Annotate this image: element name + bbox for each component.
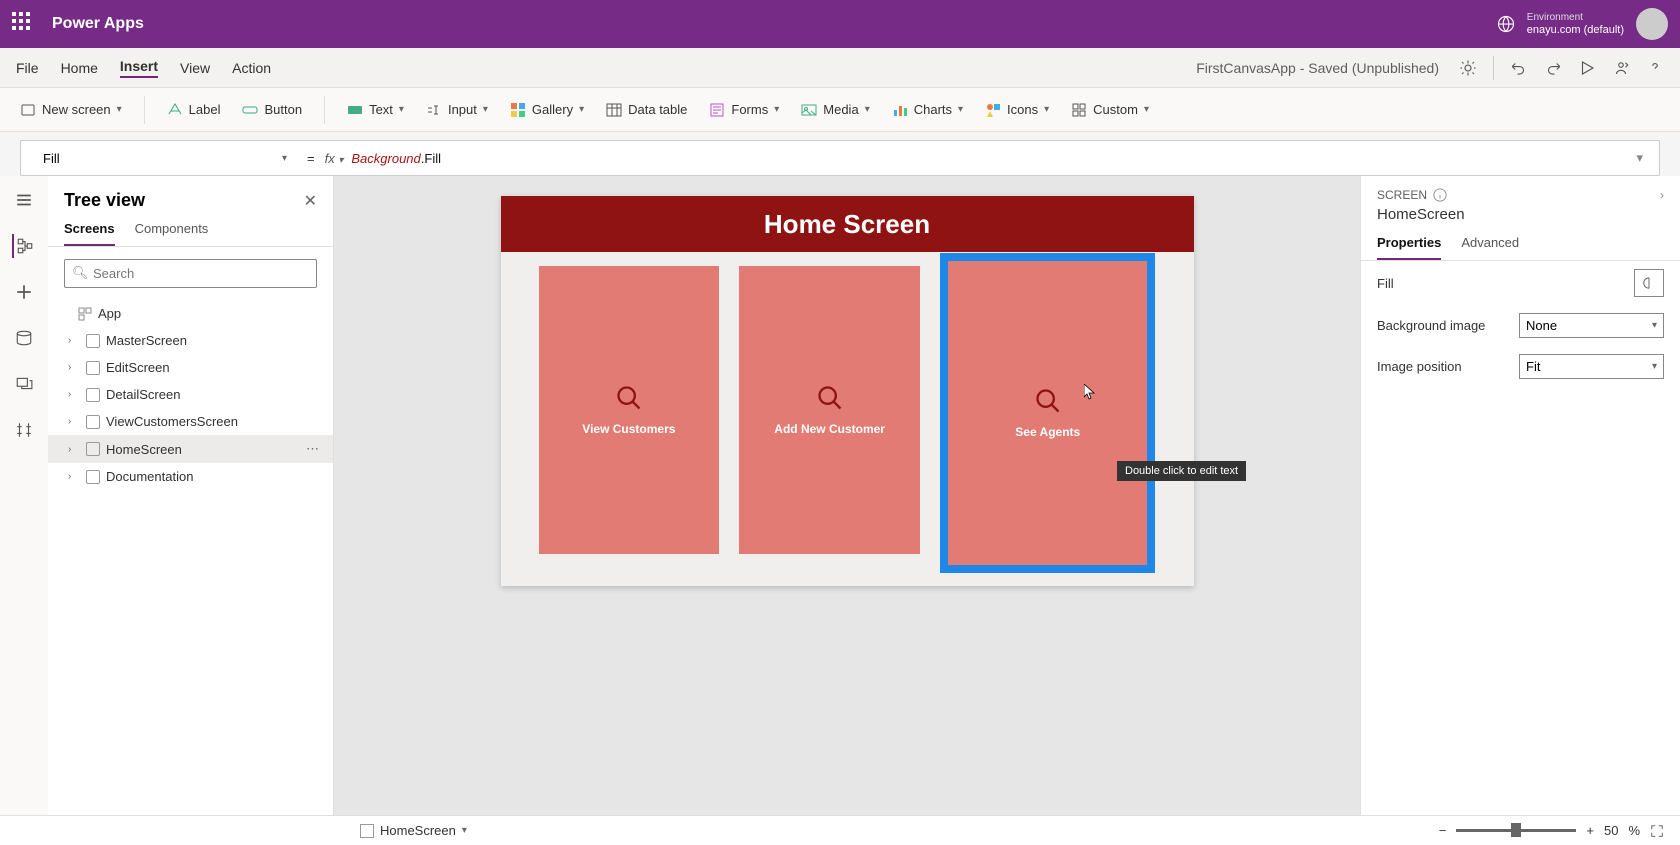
ribbon-charts[interactable]: Charts▾ [892,102,963,118]
hamburger-icon[interactable] [12,188,36,212]
tree-view-icon[interactable] [12,234,36,258]
canvas-area[interactable]: Home Screen View Customers Add New Custo… [334,176,1360,815]
ribbon-custom[interactable]: Custom▾ [1071,102,1149,118]
app-name: Power Apps [52,15,144,33]
status-screen-selector[interactable]: HomeScreen ▾ [360,823,467,838]
magnifier-icon [1034,387,1062,415]
fit-screen-icon[interactable] [1650,824,1664,838]
tree-item-detailscreen[interactable]: ›DetailScreen [48,381,333,408]
tree-item-viewcustomersscreen[interactable]: ›ViewCustomersScreen [48,408,333,435]
tab-screens[interactable]: Screens [64,221,115,246]
waffle-icon[interactable] [12,12,36,36]
prop-fill-label: Fill [1377,276,1634,291]
share-icon[interactable] [1612,59,1630,77]
ribbon-gallery[interactable]: Gallery▾ [510,102,584,118]
info-icon[interactable] [1433,188,1447,202]
chevron-right-icon[interactable]: › [1660,188,1664,202]
tools-icon[interactable] [12,418,36,442]
ribbon-input[interactable]: Input▾ [426,102,488,118]
data-icon[interactable] [12,326,36,350]
globe-icon [1497,15,1515,33]
card-see-agents-selected[interactable]: See Agents Double click to edit text [940,253,1155,573]
ribbon-data-table[interactable]: Data table [606,102,687,118]
tree-title: Tree view [64,190,145,211]
cursor-icon [1084,384,1096,400]
magnifier-icon [615,384,643,412]
left-rail [0,176,48,815]
tree-view-panel: Tree view ✕ Screens Components 🔍︎ App ›M… [48,176,334,815]
zoom-out-button[interactable]: − [1439,823,1447,838]
ribbon-icons[interactable]: Icons▾ [985,102,1049,118]
menu-home[interactable]: Home [61,60,98,76]
menu-bar: File Home Insert View Action FirstCanvas… [0,48,1680,88]
prop-imgpos-label: Image position [1377,359,1519,374]
zoom-unit: % [1628,823,1640,838]
redo-icon[interactable] [1544,59,1562,77]
environment-label[interactable]: Environment enayu.com (default) [1527,11,1624,37]
media-panel-icon[interactable] [12,372,36,396]
properties-panel: SCREEN › HomeScreen Properties Advanced … [1360,176,1680,815]
health-icon[interactable] [1459,59,1477,77]
doc-status: FirstCanvasApp - Saved (Unpublished) [1196,60,1439,76]
play-icon[interactable] [1578,59,1596,77]
tab-components[interactable]: Components [135,221,209,246]
tree-item-documentation[interactable]: ›Documentation [48,463,333,490]
search-icon: 🔍︎ [72,265,89,281]
fill-color-button[interactable] [1634,269,1664,297]
prop-bgimage-label: Background image [1377,318,1519,333]
ribbon-label[interactable]: Label [167,102,221,118]
zoom-in-button[interactable]: + [1586,823,1594,838]
menu-action[interactable]: Action [232,60,271,76]
card-add-customer[interactable]: Add New Customer [739,266,920,554]
zoom-value: 50 [1604,823,1618,838]
zoom-slider[interactable] [1456,829,1576,832]
card-view-customers[interactable]: View Customers [539,266,720,554]
user-avatar[interactable] [1636,8,1668,40]
tree-item-app[interactable]: App [48,300,333,327]
magnifier-icon [816,384,844,412]
expand-formula-icon[interactable]: ▾ [1636,150,1643,166]
app-header: Power Apps Environment enayu.com (defaul… [0,0,1680,48]
undo-icon[interactable] [1510,59,1528,77]
menu-view[interactable]: View [180,60,210,76]
ribbon-forms[interactable]: Forms▾ [709,102,779,118]
ribbon-media[interactable]: Media▾ [801,102,869,118]
menu-insert[interactable]: Insert [120,58,158,78]
home-screen-preview[interactable]: Home Screen View Customers Add New Custo… [501,196,1194,586]
section-label: SCREEN [1377,188,1427,202]
ribbon-new-screen[interactable]: New screen▾ [20,102,122,118]
tree-search-input[interactable] [64,259,317,288]
ribbon-text[interactable]: Text▾ [347,102,404,118]
tab-properties[interactable]: Properties [1377,235,1441,260]
menu-file[interactable]: File [16,60,39,76]
status-bar: HomeScreen ▾ − + 50 % [0,815,1680,845]
imgpos-select[interactable]: Fit▾ [1519,354,1664,379]
bgimage-select[interactable]: None▾ [1519,313,1664,338]
tree-item-homescreen[interactable]: ›HomeScreen⋯ [48,435,333,463]
fx-label[interactable]: fx ▾ [325,151,344,166]
help-icon[interactable] [1646,59,1664,77]
property-selector[interactable]: Fill▾ [37,151,297,166]
tab-advanced[interactable]: Advanced [1461,235,1519,260]
tree-list: App ›MasterScreen ›EditScreen ›DetailScr… [48,300,333,815]
tree-item-editscreen[interactable]: ›EditScreen [48,354,333,381]
formula-input[interactable]: Background.Fill [351,151,441,166]
screen-title[interactable]: Home Screen [501,196,1194,252]
equals-sign: = [307,151,315,166]
close-tree-icon[interactable]: ✕ [304,191,317,211]
ribbon-button[interactable]: Button [242,102,302,118]
tree-item-masterscreen[interactable]: ›MasterScreen [48,327,333,354]
props-title: HomeScreen [1361,206,1680,231]
insert-plus-icon[interactable] [12,280,36,304]
formula-bar: Fill▾ = fx ▾ Background.Fill ▾ [20,140,1660,176]
more-icon[interactable]: ⋯ [306,441,321,457]
insert-ribbon: New screen▾ Label Button Text▾ Input▾ Ga… [0,88,1680,132]
edit-tooltip: Double click to edit text [1117,461,1246,481]
